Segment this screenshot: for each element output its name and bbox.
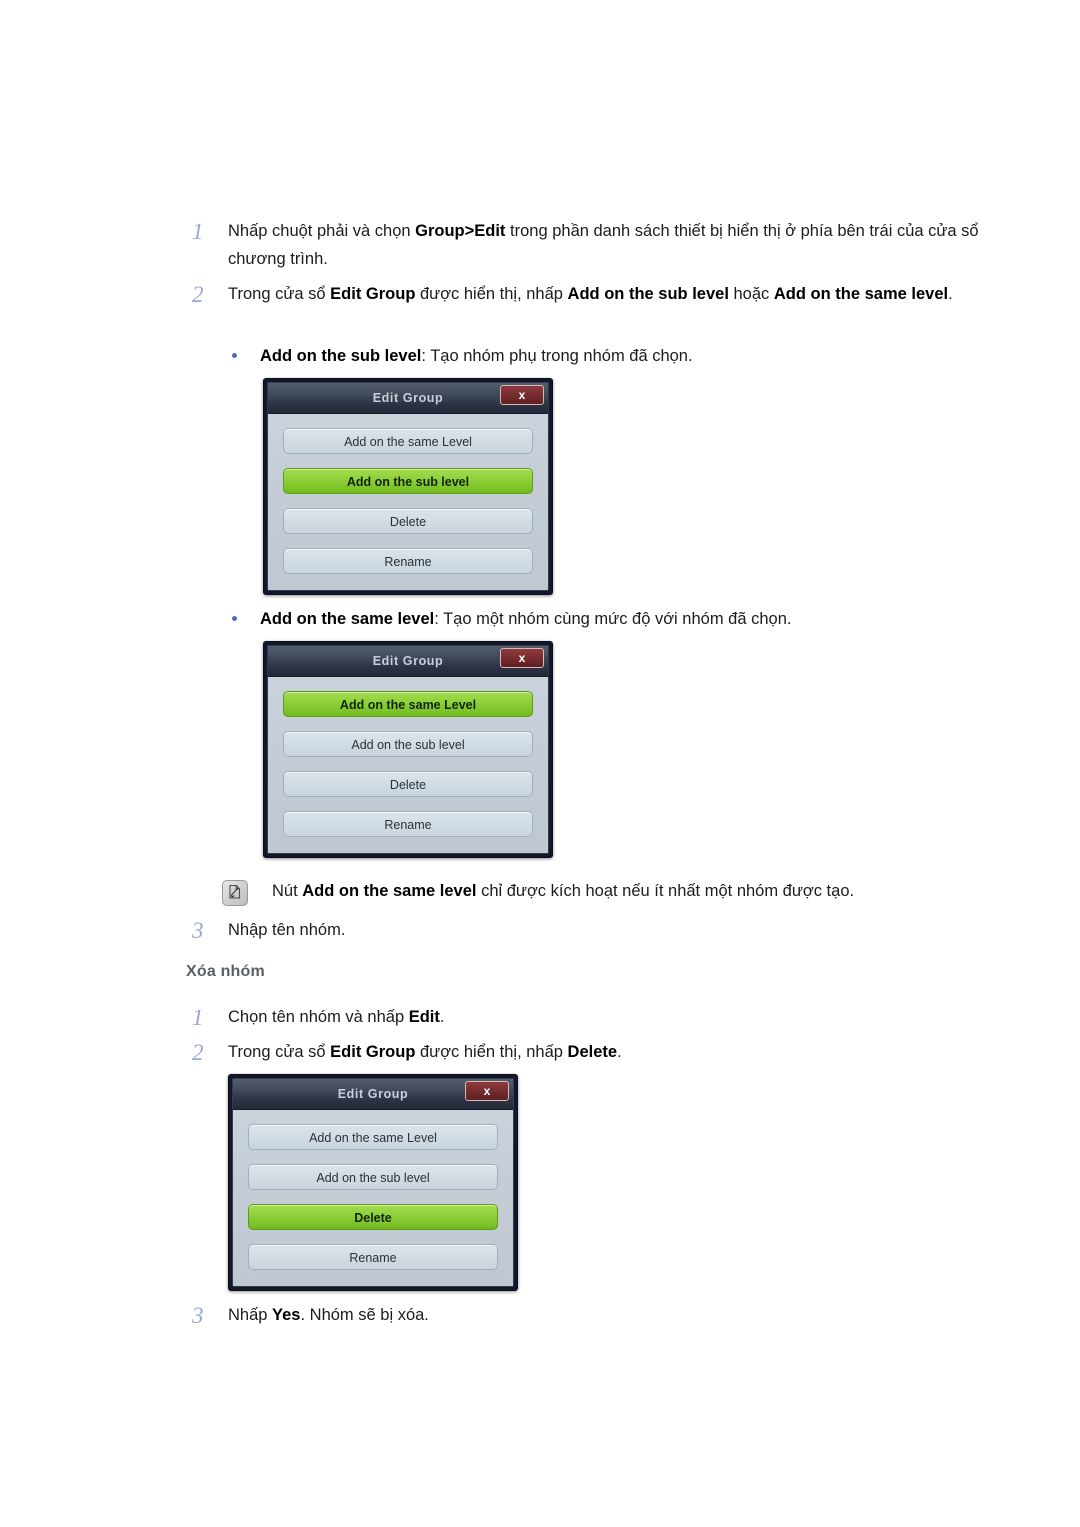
edit-group-dialog[interactable]: Edit Group x Add on the same Level Add o… xyxy=(228,1074,518,1291)
close-icon[interactable]: x xyxy=(500,648,544,668)
note-callout: Nút Add on the same level chỉ được kích … xyxy=(222,878,962,906)
dialog-inner-frame: Edit Group x Add on the same Level Add o… xyxy=(267,382,549,591)
add-on-sub-level-button[interactable]: Add on the sub level xyxy=(248,1164,498,1190)
bullet-dot-icon xyxy=(222,606,260,621)
dialog-inner-frame: Edit Group x Add on the same Level Add o… xyxy=(232,1078,514,1287)
delete-button[interactable]: Delete xyxy=(283,508,533,534)
step-item: 2 Trong cửa sổ Edit Group được hiển thị,… xyxy=(186,281,996,309)
step-number: 2 xyxy=(192,1040,204,1065)
rename-button[interactable]: Rename xyxy=(248,1244,498,1270)
step-text: Trong cửa sổ Edit Group được hiển thị, n… xyxy=(228,285,953,303)
dialog-body: Add on the same Level Add on the sub lev… xyxy=(233,1110,513,1286)
add-on-same-level-button[interactable]: Add on the same Level xyxy=(283,691,533,717)
edit-group-dialog[interactable]: Edit Group x Add on the same Level Add o… xyxy=(263,378,553,595)
document-page: 1 Nhấp chuột phải và chọn Group>Edit tro… xyxy=(0,0,1080,1527)
step-number: 2 xyxy=(192,282,204,307)
step-text: Nhập tên nhóm. xyxy=(228,921,346,939)
bullet-dot-icon xyxy=(222,343,260,358)
step-item: 3 Nhấp Yes. Nhóm sẽ bị xóa. xyxy=(186,1302,996,1330)
section-heading: Xóa nhóm xyxy=(186,963,265,980)
bullet-item: Add on the same level: Tạo một nhóm cùng… xyxy=(222,606,982,633)
dialog-inner-frame: Edit Group x Add on the same Level Add o… xyxy=(267,645,549,854)
step-item: 1 Nhấp chuột phải và chọn Group>Edit tro… xyxy=(186,218,996,273)
delete-button[interactable]: Delete xyxy=(248,1204,498,1230)
step-text: Chọn tên nhóm và nhấp Edit. xyxy=(228,1008,445,1026)
bullet-text: Add on the sub level: Tạo nhóm phụ trong… xyxy=(260,347,693,365)
step-number: 3 xyxy=(192,918,204,943)
bullet-item: Add on the sub level: Tạo nhóm phụ trong… xyxy=(222,343,962,370)
dialog-body: Add on the same Level Add on the sub lev… xyxy=(268,414,548,590)
note-text: Nút Add on the same level chỉ được kích … xyxy=(272,882,855,900)
step-item: 3 Nhập tên nhóm. xyxy=(186,917,996,945)
step-item: 2 Trong cửa sổ Edit Group được hiển thị,… xyxy=(186,1039,996,1067)
dialog-titlebar: Edit Group x xyxy=(268,646,548,677)
add-on-same-level-button[interactable]: Add on the same Level xyxy=(248,1124,498,1150)
close-icon[interactable]: x xyxy=(465,1081,509,1101)
delete-button[interactable]: Delete xyxy=(283,771,533,797)
add-on-sub-level-button[interactable]: Add on the sub level xyxy=(283,468,533,494)
rename-button[interactable]: Rename xyxy=(283,811,533,837)
bullet-text: Add on the same level: Tạo một nhóm cùng… xyxy=(260,610,792,628)
note-pencil-icon xyxy=(222,880,248,906)
edit-group-dialog[interactable]: Edit Group x Add on the same Level Add o… xyxy=(263,641,553,858)
step-item: 1 Chọn tên nhóm và nhấp Edit. xyxy=(186,1004,996,1032)
step-number: 3 xyxy=(192,1303,204,1328)
add-on-same-level-button[interactable]: Add on the same Level xyxy=(283,428,533,454)
dialog-body: Add on the same Level Add on the sub lev… xyxy=(268,677,548,853)
step-text: Nhấp Yes. Nhóm sẽ bị xóa. xyxy=(228,1306,429,1324)
step-number: 1 xyxy=(192,1005,204,1030)
dialog-titlebar: Edit Group x xyxy=(268,383,548,414)
step-text: Nhấp chuột phải và chọn Group>Edit trong… xyxy=(228,222,979,268)
close-icon[interactable]: x xyxy=(500,385,544,405)
rename-button[interactable]: Rename xyxy=(283,548,533,574)
step-number: 1 xyxy=(192,219,204,244)
dialog-titlebar: Edit Group x xyxy=(233,1079,513,1110)
add-on-sub-level-button[interactable]: Add on the sub level xyxy=(283,731,533,757)
step-text: Trong cửa sổ Edit Group được hiển thị, n… xyxy=(228,1043,622,1061)
